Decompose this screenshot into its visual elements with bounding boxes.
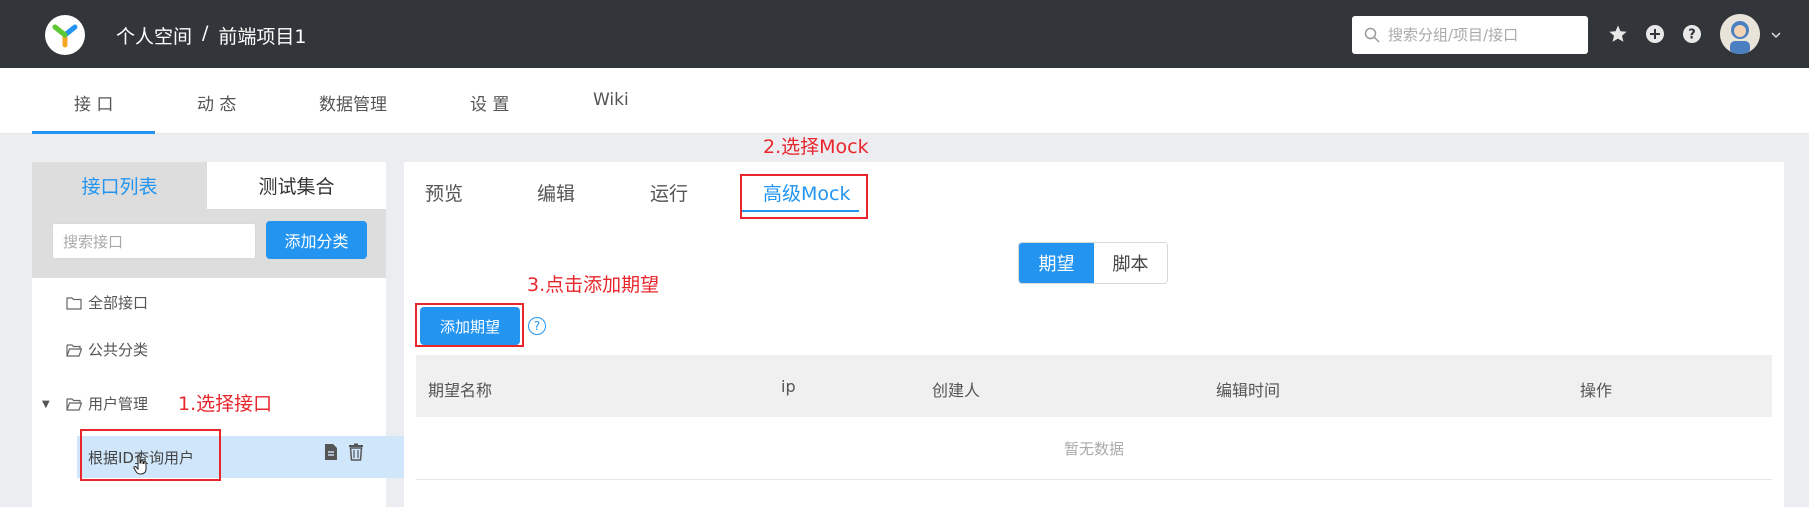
breadcrumb-separator: / (202, 22, 209, 44)
breadcrumb-project[interactable]: 前端项目1 (218, 22, 306, 49)
annotation-box-step3 (415, 303, 524, 347)
project-subnav: 接 口 动 态 数据管理 设 置 Wiki (0, 68, 1809, 134)
tab-activity[interactable]: 动 态 (197, 90, 236, 115)
tab-interface[interactable]: 接 口 (74, 90, 113, 115)
folder-open-icon (66, 343, 82, 357)
folder-icon (66, 296, 82, 310)
add-category-button[interactable]: 添加分类 (266, 221, 367, 259)
yapi-logo-icon[interactable] (45, 15, 85, 55)
delete-icon[interactable] (348, 443, 366, 463)
column-edit-time: 编辑时间 (1216, 381, 1281, 400)
tree-item-label: 公共分类 (88, 341, 149, 359)
column-creator: 创建人 (932, 381, 981, 400)
interface-search-input[interactable]: 搜索接口 (52, 223, 256, 259)
annotation-box-step2 (740, 174, 868, 219)
global-search-input[interactable] (1388, 26, 1578, 44)
column-expectation-name: 期望名称 (428, 381, 493, 400)
question-circle-icon[interactable]: ? (528, 317, 546, 335)
active-tab-underline (32, 131, 155, 134)
annotation-step2: 2.选择Mock (763, 136, 869, 158)
annotation-box-step1 (80, 429, 221, 481)
sidebar-toolbar: 搜索接口 添加分类 (32, 209, 386, 278)
annotation-step3: 3.点击添加期望 (527, 274, 660, 296)
folder-open-icon (66, 397, 82, 411)
tab-preview[interactable]: 预览 (425, 179, 463, 206)
tab-settings[interactable]: 设 置 (470, 90, 509, 115)
tab-test-collection[interactable]: 测试集合 (207, 162, 386, 209)
hand-cursor-icon (133, 455, 149, 479)
tab-wiki[interactable]: Wiki (593, 90, 629, 110)
search-icon (1364, 27, 1380, 43)
breadcrumb-space[interactable]: 个人空间 (116, 22, 192, 49)
breadcrumb: 个人空间 / 前端项目1 (116, 22, 307, 49)
mock-mode-toggle: 期望 脚本 (1018, 242, 1168, 284)
tree-item-public-category[interactable]: 公共分类 (66, 339, 148, 360)
tree-item-all-interfaces[interactable]: 全部接口 (66, 292, 148, 313)
svg-text:?: ? (1688, 28, 1696, 43)
tree-item-user-management[interactable]: 用户管理 (66, 393, 148, 414)
tab-data-management[interactable]: 数据管理 (319, 90, 387, 115)
top-header: 个人空间 / 前端项目1 ? (0, 0, 1809, 68)
chevron-down-icon[interactable] (1770, 26, 1782, 45)
global-search[interactable] (1352, 16, 1588, 54)
tree-item-label: 全部接口 (88, 294, 149, 312)
caret-down-icon[interactable]: ▼ (42, 399, 50, 410)
sidebar-tabs: 接口列表 测试集合 (32, 162, 386, 209)
tab-edit[interactable]: 编辑 (537, 179, 575, 206)
interface-detail-panel: 预览 编辑 运行 高级Mock 期望 脚本 添加期望 ? 期望名称 ip 创建人… (404, 162, 1784, 507)
copy-file-icon[interactable] (323, 443, 341, 463)
star-icon[interactable] (1608, 24, 1628, 44)
tab-interface-list[interactable]: 接口列表 (32, 162, 207, 209)
segment-expectation[interactable]: 期望 (1019, 243, 1094, 283)
column-actions: 操作 (1580, 381, 1613, 400)
tab-run[interactable]: 运行 (650, 179, 688, 206)
segment-script[interactable]: 脚本 (1094, 243, 1167, 283)
empty-table-placeholder: 暂无数据 (416, 417, 1772, 480)
help-icon[interactable]: ? (1682, 24, 1702, 44)
avatar[interactable] (1720, 14, 1760, 54)
plus-circle-icon[interactable] (1645, 24, 1665, 44)
annotation-step1: 1.选择接口 (178, 393, 273, 415)
expectation-table-header: 期望名称 ip 创建人 编辑时间 操作 (416, 355, 1772, 417)
tree-item-label: 用户管理 (88, 395, 149, 413)
column-ip: ip (781, 377, 796, 396)
